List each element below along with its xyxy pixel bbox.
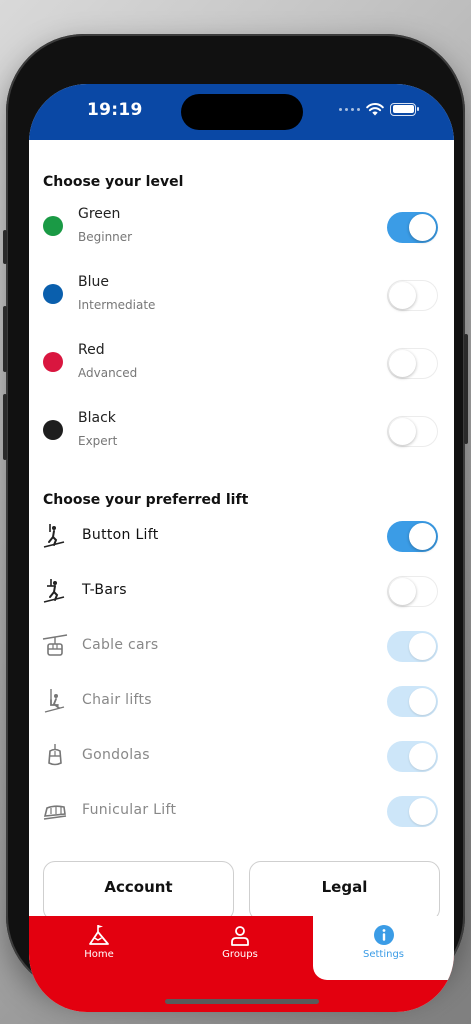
level-row-blue: Blue Intermediate <box>29 268 454 328</box>
lift-row-gondolas: Gondolas <box>29 737 454 777</box>
tab-label: Settings <box>362 949 404 960</box>
level-toggle-red[interactable] <box>387 348 438 379</box>
level-color-dot <box>43 284 63 304</box>
level-name: Red <box>78 342 105 358</box>
level-row-green: Green Beginner <box>29 200 454 260</box>
account-button[interactable]: Account <box>43 861 234 916</box>
gondola-icon <box>48 744 62 766</box>
wifi-icon <box>366 103 384 116</box>
level-row-black: Black Expert <box>29 404 454 464</box>
lift-row-chair-lifts: Chair lifts <box>29 682 454 722</box>
lift-row-t-bars: T-Bars <box>29 572 454 612</box>
lift-name: Funicular Lift <box>82 802 177 818</box>
lift-toggle-t-bars[interactable] <box>387 576 438 607</box>
level-name: Green <box>78 206 121 222</box>
settings-content[interactable]: Choose your level Green Beginner Blue In… <box>29 140 454 916</box>
level-subtitle: Advanced <box>78 366 138 380</box>
lift-toggle-chair-lifts[interactable] <box>387 686 438 717</box>
level-toggle-green[interactable] <box>387 212 438 243</box>
dynamic-island <box>181 94 303 130</box>
level-name: Black <box>78 410 116 426</box>
lift-toggle-gondolas[interactable] <box>387 741 438 772</box>
mountain-flag-icon <box>89 925 109 945</box>
tab-bar: Home Groups Settings <box>29 916 454 1012</box>
lift-name: Button Lift <box>82 527 159 543</box>
volume-up-button <box>3 306 7 372</box>
power-button <box>464 334 468 444</box>
legal-button[interactable]: Legal <box>249 861 440 916</box>
level-toggle-black[interactable] <box>387 416 438 447</box>
volume-down-button <box>3 394 7 460</box>
phone-frame: 19:19 Choose your level Green Beginner B… <box>3 34 468 1012</box>
lift-name: Cable cars <box>82 637 159 653</box>
action-button <box>3 230 7 264</box>
lift-row-funicular: Funicular Lift <box>29 792 454 832</box>
status-time: 19:19 <box>87 100 143 120</box>
tab-groups[interactable]: Groups <box>169 916 311 980</box>
lift-name: Chair lifts <box>82 692 152 708</box>
level-subtitle: Expert <box>78 434 118 448</box>
cable-car-icon <box>42 634 68 656</box>
tab-label: Groups <box>222 949 258 960</box>
level-row-red: Red Advanced <box>29 336 454 396</box>
level-toggle-blue[interactable] <box>387 280 438 311</box>
level-name: Blue <box>78 274 109 290</box>
battery-icon <box>390 102 419 116</box>
person-icon <box>231 926 249 946</box>
lift-section-title: Choose your preferred lift <box>43 492 249 508</box>
level-color-dot <box>43 216 63 236</box>
lift-row-cable-cars: Cable cars <box>29 627 454 667</box>
lift-row-button-lift: Button Lift <box>29 517 454 557</box>
level-subtitle: Beginner <box>78 230 133 244</box>
tab-settings[interactable]: Settings <box>313 916 454 980</box>
status-bar: 19:19 <box>29 84 454 140</box>
t-bar-icon <box>43 579 65 603</box>
cellular-signal-icon <box>339 107 360 111</box>
lift-toggle-cable-cars[interactable] <box>387 631 438 662</box>
funicular-icon <box>43 805 67 820</box>
level-section-title: Choose your level <box>43 174 184 190</box>
lift-toggle-funicular[interactable] <box>387 796 438 827</box>
lift-name: T-Bars <box>82 582 127 598</box>
info-icon <box>373 925 394 945</box>
level-color-dot <box>43 352 63 372</box>
home-indicator <box>165 999 319 1004</box>
chair-lift-icon <box>44 689 65 713</box>
level-color-dot <box>43 420 63 440</box>
level-subtitle: Intermediate <box>78 298 156 312</box>
tab-home[interactable]: Home <box>29 916 169 980</box>
status-icons <box>339 102 419 116</box>
tab-label: Home <box>84 949 114 960</box>
lift-name: Gondolas <box>82 747 150 763</box>
button-lift-icon <box>43 524 65 548</box>
screen: 19:19 Choose your level Green Beginner B… <box>29 84 454 1012</box>
lift-toggle-button-lift[interactable] <box>387 521 438 552</box>
